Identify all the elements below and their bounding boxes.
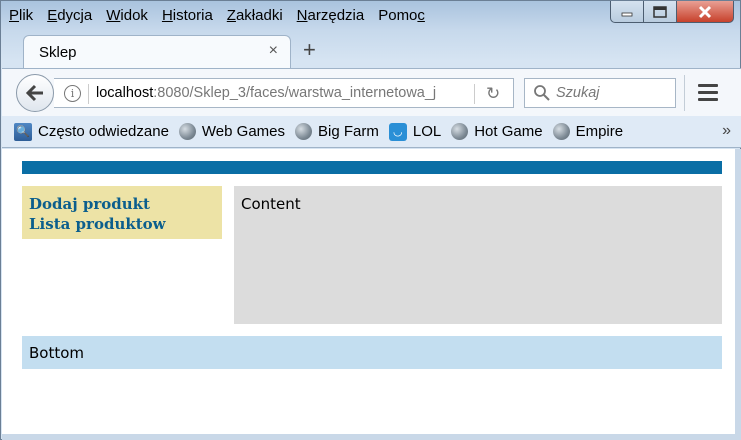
window-bottom-border [2, 434, 741, 440]
bookmark-hot-game[interactable]: Hot Game [451, 123, 543, 140]
bottom-text: Bottom [29, 344, 85, 362]
bookmark-czesto-odwiedzane[interactable]: 🔍 Często odwiedzane [14, 122, 169, 141]
bookmark-big-farm[interactable]: Big Farm [295, 123, 379, 140]
bookmarks-overflow-icon[interactable]: » [722, 122, 731, 140]
page-header-bar [22, 161, 722, 174]
menu-zakladki[interactable]: Zakładki [227, 7, 283, 27]
menu-widok[interactable]: Widok [106, 7, 148, 27]
content-text: Content [241, 195, 301, 213]
menu-historia[interactable]: Historia [162, 7, 213, 27]
maximize-button[interactable] [643, 1, 676, 23]
reload-divider [474, 84, 475, 104]
menu-edycja[interactable]: Edycja [47, 7, 92, 27]
menu-narzedzia[interactable]: Narzędzia [297, 7, 365, 27]
menu-pomoc[interactable]: Pomoc [378, 7, 425, 27]
tab-title: Sklep [39, 44, 77, 61]
minimize-icon [621, 12, 633, 16]
info-icon[interactable]: i [64, 85, 81, 102]
search-input[interactable]: Szukaj [524, 78, 676, 108]
navigation-bar: i localhost:8080/Sklep_3/faces/warstwa_i… [2, 68, 741, 116]
bookmark-web-games[interactable]: Web Games [178, 123, 285, 140]
lol-icon: ◡ [388, 122, 407, 141]
menu-bar: Plik Edycja Widok Historia Zakładki Narz… [9, 7, 425, 27]
back-arrow-icon [25, 84, 43, 102]
most-visited-icon: 🔍 [14, 122, 32, 141]
link-lista-produktow[interactable]: Lista produktow [29, 214, 215, 234]
browser-window: Plik Edycja Widok Historia Zakładki Narz… [0, 0, 741, 440]
bookmark-lol[interactable]: ◡ LOL [388, 122, 441, 141]
tab-close-icon[interactable]: × [269, 42, 278, 60]
search-placeholder: Szukaj [556, 85, 600, 101]
window-controls [610, 1, 734, 27]
globe-icon [178, 123, 196, 140]
hamburger-menu-icon[interactable] [698, 84, 718, 105]
page-viewport: Dodaj produkt Lista produktow Content Bo… [2, 149, 735, 434]
back-button[interactable] [16, 74, 54, 112]
window-right-border [735, 149, 741, 440]
new-tab-icon[interactable]: + [303, 37, 316, 63]
bookmark-empire[interactable]: Empire [552, 123, 623, 140]
content-area: Content [234, 186, 722, 324]
tab-sklep[interactable]: Sklep × [23, 35, 291, 69]
search-icon [534, 85, 550, 101]
bookmarks-bar: 🔍 Często odwiedzane Web Games Big Farm ◡… [2, 116, 741, 148]
toolbar-divider [684, 75, 685, 111]
url-divider [88, 84, 89, 104]
url-bar[interactable]: i localhost:8080/Sklep_3/faces/warstwa_i… [54, 78, 514, 108]
globe-icon [552, 123, 570, 140]
globe-icon [451, 123, 469, 140]
maximize-icon [653, 5, 667, 18]
url-text[interactable]: localhost:8080/Sklep_3/faces/warstwa_int… [96, 85, 446, 101]
close-icon [698, 5, 712, 18]
globe-icon [295, 123, 313, 140]
reload-icon[interactable]: ↻ [486, 84, 500, 104]
minimize-button[interactable] [610, 1, 643, 23]
menu-plik[interactable]: Plik [9, 7, 33, 27]
close-window-button[interactable] [676, 1, 734, 23]
link-dodaj-produkt[interactable]: Dodaj produkt [29, 194, 215, 214]
bottom-area: Bottom [22, 336, 722, 369]
left-menu: Dodaj produkt Lista produktow [22, 186, 222, 239]
